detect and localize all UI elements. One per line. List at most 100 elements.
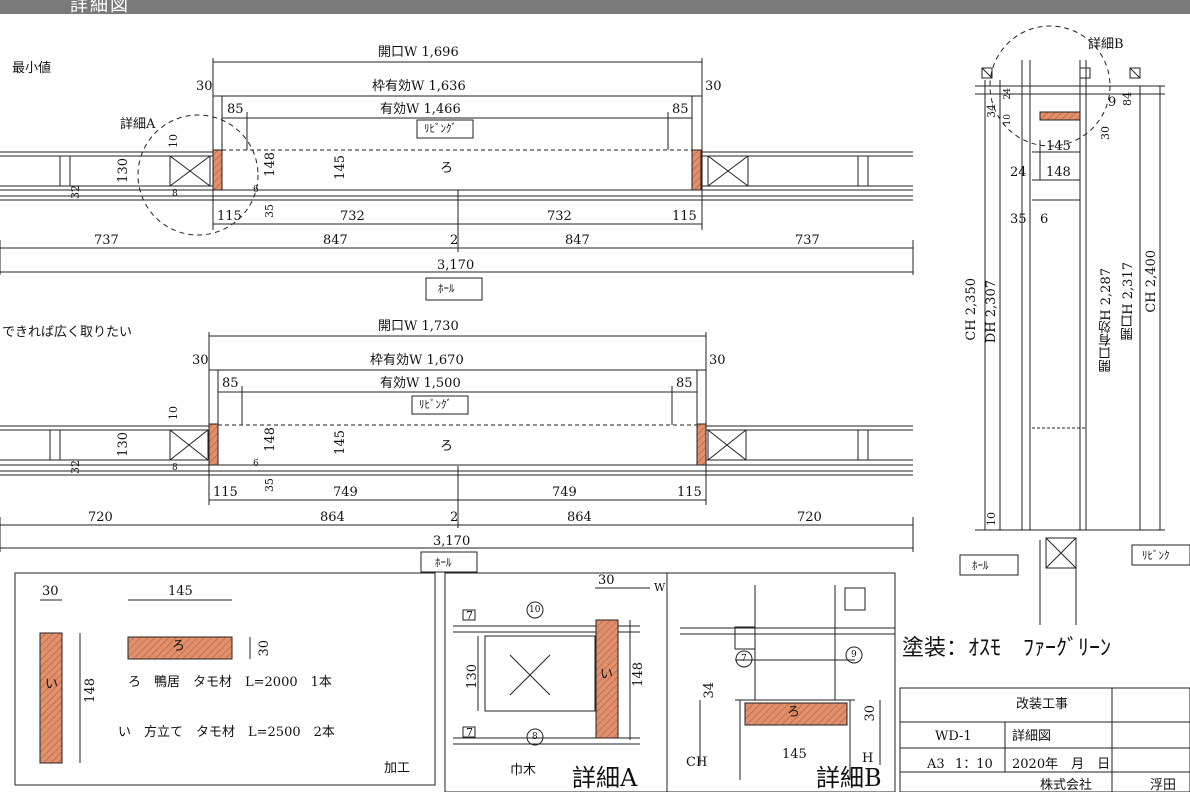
plan2-hall-label: ﾎｰﾙ <box>435 556 452 569</box>
plan1-eff-w: 有効W 1,466 <box>380 102 461 117</box>
plan2-dim-864-right: 864 <box>567 510 592 525</box>
detail-b-ro-glyph: ろ <box>787 705 801 720</box>
parts-i-glyph: い <box>45 677 59 692</box>
plan1-ro-label: ろ <box>440 161 454 176</box>
plan2-ro-label: ろ <box>440 439 454 454</box>
plan2-post-left <box>208 423 219 466</box>
plan2-dim-130: 130 <box>116 432 131 457</box>
plan1-hall-label: ﾎｰﾙ <box>438 282 455 295</box>
detail-a-mokin: 巾木 <box>510 763 537 778</box>
detail-a-callout-10-text: 10 <box>529 605 541 615</box>
section-h-2317: 開口H 2,317 <box>1121 262 1136 341</box>
section-dim-10: 10 <box>1003 114 1013 126</box>
plan1-note: 最小値 <box>12 61 52 76</box>
section-living-label: ﾘﾋﾞﾝｸ <box>1142 549 1170 562</box>
plan1-dim-130: 130 <box>116 158 131 183</box>
section-ch-2400: CH 2,400 <box>1144 250 1159 313</box>
plan1-frame-w: 枠有効W 1,636 <box>372 79 466 94</box>
plan1-dim-737-left: 737 <box>94 233 119 248</box>
plan1-dim-32: 32 <box>69 185 82 199</box>
title-drawing-no: WD-1 <box>935 729 972 744</box>
detail-a-dim-30: 30 <box>598 573 615 588</box>
plan1-dim-847-right: 847 <box>565 233 590 248</box>
plan2-dim-35: 35 <box>263 478 276 492</box>
parts-dim-30b: 30 <box>257 640 272 657</box>
plan1-post-left <box>212 149 223 191</box>
section-dim-34: 34 <box>985 104 998 118</box>
plan1-dim-30-right: 30 <box>705 79 722 94</box>
plan2-dim-32: 32 <box>69 460 82 474</box>
parts-dim-145: 145 <box>168 584 193 599</box>
title-date: 2020年 月 日 <box>1012 757 1111 772</box>
detail-b-title: 詳細B <box>816 764 882 792</box>
parts-ro-glyph: ろ <box>172 639 186 654</box>
plan1-dim-6: 6 <box>253 185 259 195</box>
plan1-dim-85-left: 85 <box>227 102 244 117</box>
plan1-dim-115-right: 115 <box>672 209 697 224</box>
section-hall-label: ﾎｰﾙ <box>972 559 989 572</box>
parts-post-i <box>39 632 63 764</box>
plan1-dim-145: 145 <box>333 155 348 180</box>
plan2-frame-w: 枠有効W 1,670 <box>370 353 464 368</box>
title-scale: 1：10 <box>955 757 993 772</box>
plan1-detail-a-label: 詳細A <box>120 117 156 132</box>
plan1-dim-85-right: 85 <box>672 102 689 117</box>
plan1-dim-732-right: 732 <box>547 209 572 224</box>
plan2-dim-8: 8 <box>172 463 178 473</box>
section-dim-24a: 24 <box>1003 88 1013 100</box>
plan1-total: 3,170 <box>437 258 475 273</box>
plan1-dim-8: 8 <box>172 189 178 199</box>
section-ch-2350: CH 2,350 <box>964 278 979 341</box>
detail-a-lines <box>453 587 650 745</box>
plan1-dim-35: 35 <box>263 204 276 218</box>
title-company: 株式会社 <box>1040 778 1093 793</box>
section-dim-9: 9 <box>1108 95 1117 110</box>
paint-note: 塗装：ｵｽﾓ ﾌｧｰｸﾞﾘｰﾝ <box>902 636 1112 661</box>
detail-b-dim-30: 30 <box>863 705 878 722</box>
plan2-eff-w: 有効W 1,500 <box>380 376 461 391</box>
plan2-dim-6: 6 <box>253 459 259 469</box>
detail-a-w: W <box>654 581 666 594</box>
plan1-opening-w: 開口W 1,696 <box>378 45 459 60</box>
plan1-dim-148: 148 <box>263 152 278 177</box>
plan1-dim-847-left: 847 <box>323 233 348 248</box>
parts-line-1: ろ 鴨居 タモ材 L=2000 1本 <box>128 675 332 690</box>
plan1-dim-732-left: 732 <box>340 209 365 224</box>
plan2-dim-145: 145 <box>333 430 348 455</box>
section-dim-148: 148 <box>1046 165 1071 180</box>
section-dim-10b: 10 <box>985 512 998 526</box>
plan2-dim-30-left: 30 <box>192 353 209 368</box>
parts-line-2: い 方立て タモ材 L=2500 2本 <box>118 725 335 740</box>
plan2-dim-85-right: 85 <box>676 376 693 391</box>
section-dim-35: 35 <box>1010 212 1027 227</box>
plan1-dim-10: 10 <box>167 134 180 148</box>
section-dim-84: 84 <box>1121 92 1134 106</box>
plan2-dim-30-right: 30 <box>709 353 726 368</box>
detail-b-ch: CH <box>686 755 708 770</box>
detail-a-dim-148: 148 <box>631 662 646 687</box>
plan2-opening-w: 開口W 1,730 <box>378 319 459 334</box>
plan1-dim-2: 2 <box>450 233 459 248</box>
detail-a-mark-7a: 7 <box>466 609 473 622</box>
title-paper: A3 <box>927 757 945 772</box>
plan2-dim-864-left: 864 <box>320 510 345 525</box>
parts-dim-148: 148 <box>83 678 98 703</box>
plan2-dim-115-right: 115 <box>677 485 702 500</box>
section-dim-24b: 24 <box>1010 165 1027 180</box>
title-person: 浮田 <box>1150 778 1177 793</box>
plan2-dim-85-left: 85 <box>222 376 239 391</box>
detail-a-dim-130: 130 <box>465 664 480 689</box>
parts-line-3: 加工 <box>384 761 411 776</box>
plan1-dim-115-left: 115 <box>217 209 242 224</box>
section-dh-2307: DH 2,307 <box>984 280 999 344</box>
title-drawing-name: 詳細図 <box>1012 729 1052 744</box>
parts-dim-30: 30 <box>42 584 59 599</box>
plan2-post-right <box>696 423 707 466</box>
plan2-total: 3,170 <box>433 534 471 549</box>
detail-b-callout-7-text: 7 <box>741 654 747 664</box>
section-hall-box <box>959 554 1019 576</box>
plan2-dim-749-left: 749 <box>333 485 358 500</box>
detail-a-title: 詳細A <box>572 764 638 792</box>
plan2-dim-2: 2 <box>450 510 459 525</box>
detail-b-dim-145: 145 <box>782 747 807 762</box>
